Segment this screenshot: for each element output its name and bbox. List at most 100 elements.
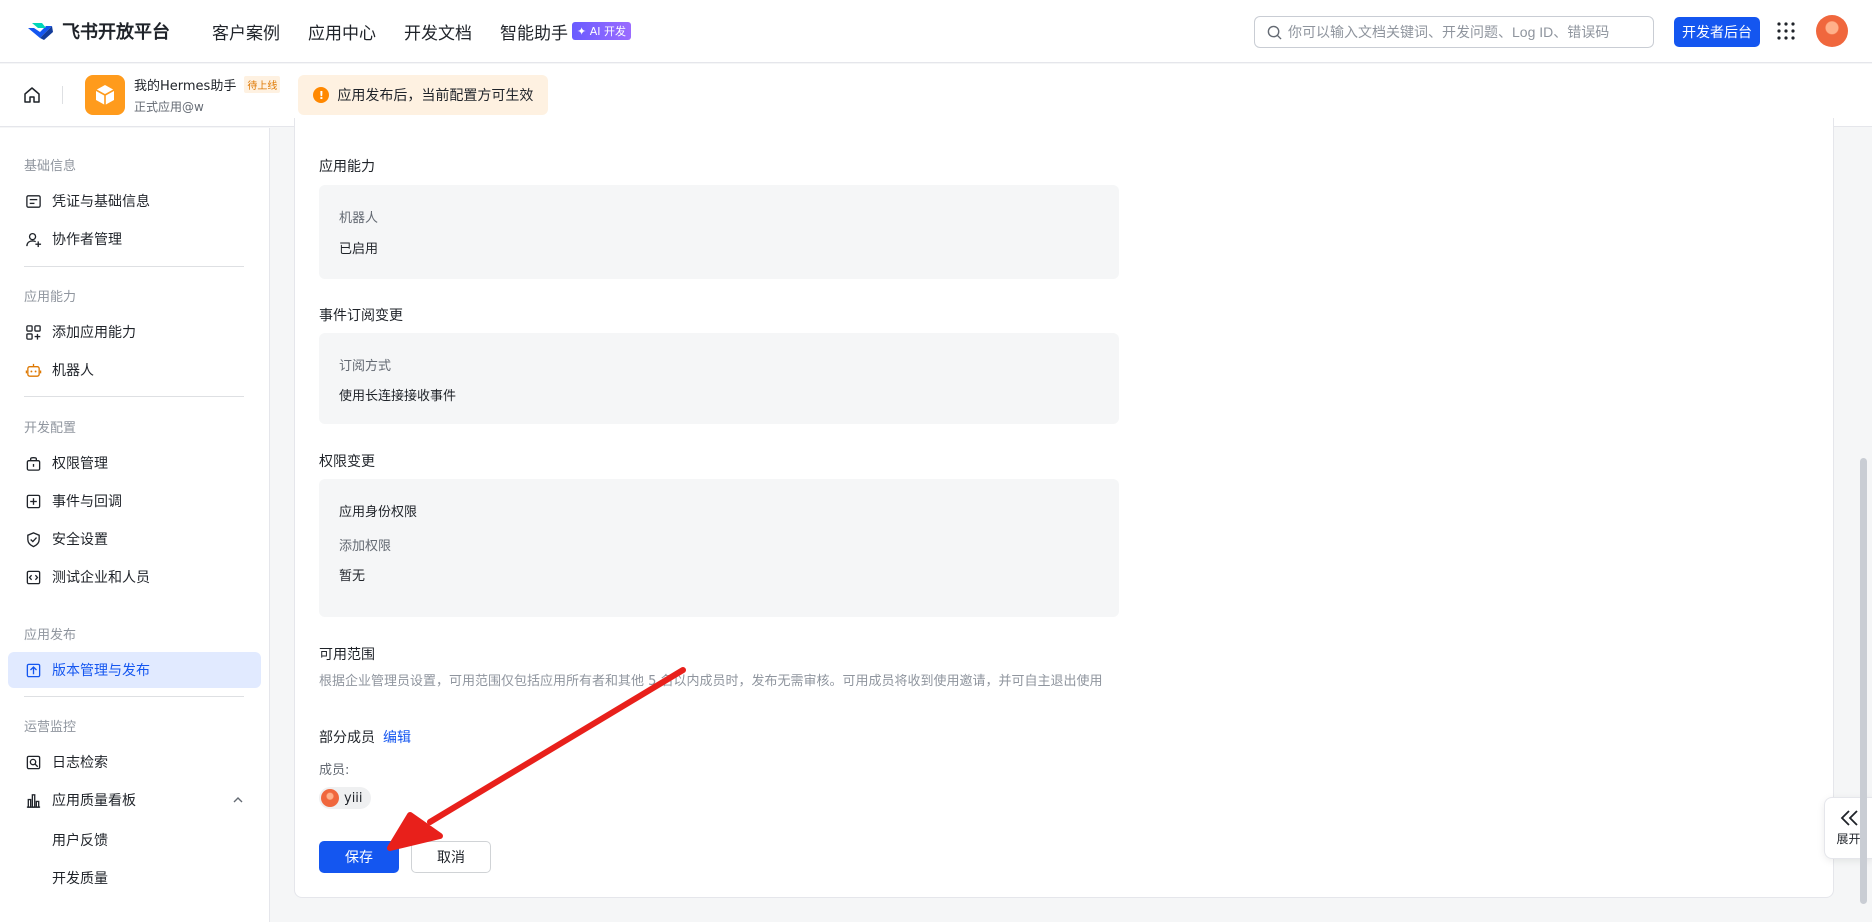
sidebar-item-label: 机器人 [52,363,94,379]
publish-notice: ! 应用发布后，当前配置方可生效 [298,75,549,115]
app-status-badge: 待上线 [244,76,281,93]
sidebar-item-label: 日志检索 [52,755,108,771]
sidebar-item-test-org[interactable]: 测试企业和人员 [8,559,261,595]
members-label: 成员: [319,763,350,778]
robot-icon [25,363,42,377]
event-icon [26,494,41,508]
id-card-icon [26,194,41,208]
sidebar-item-label: 事件与回调 [52,494,122,510]
log-search-icon [26,755,41,769]
events-section-title: 事件订阅变更 [319,308,403,324]
permissions-box: 应用身份权限 添加权限 暂无 [319,479,1119,617]
sidebar-item-collaborators[interactable]: 协作者管理 [8,221,261,257]
app-type: 正式应用@w [134,100,204,114]
app-meta: 我的Hermes助手 待上线 正式应用@w [134,75,281,115]
brand[interactable]: 飞书开放平台 [26,18,170,44]
sidebar-item-quality-board[interactable]: 应用质量看板 [8,782,261,818]
sidebar-subitem-dev-quality[interactable]: 开发质量 [52,868,108,888]
sidebar-item-credentials[interactable]: 凭证与基础信息 [8,183,261,219]
events-value: 使用长连接接收事件 [339,389,457,404]
developer-console-button[interactable]: 开发者后台 [1674,17,1760,47]
sidebar-divider [24,266,244,267]
sidebar-item-label: 应用质量看板 [52,793,136,809]
member-avatar [321,789,339,807]
sidebar-item-label: 安全设置 [52,532,108,548]
sidebar-item-label: 协作者管理 [52,232,122,248]
sidebar: 基础信息 凭证与基础信息 协作者管理 应用能力 添加应用能力 机器人 开发配置 … [0,128,270,922]
edit-scope-link[interactable]: 编辑 [383,727,411,747]
sidebar-item-label: 版本管理与发布 [52,663,150,679]
top-header: 飞书开放平台 客户案例 应用中心 开发文档 智能助手 ✦ AI 开发 开发者后台 [0,0,1872,63]
cancel-button[interactable]: 取消 [411,841,491,873]
member-name: yiii [344,790,363,806]
save-button[interactable]: 保存 [319,841,399,873]
sidebar-section-release: 应用发布 [24,628,77,643]
sidebar-item-robot[interactable]: 机器人 [8,352,261,388]
nav-customer-cases[interactable]: 客户案例 [212,19,280,44]
events-label: 订阅方式 [339,359,392,374]
nav-smart-assistant-label: 智能助手 [500,23,568,44]
sidebar-item-add-capability[interactable]: 添加应用能力 [8,314,261,350]
sidebar-section-capability: 应用能力 [24,290,77,305]
user-avatar[interactable] [1816,15,1848,47]
events-box: 订阅方式 使用长连接接收事件 [319,333,1119,424]
divider [62,86,63,104]
upload-icon [26,663,41,677]
sidebar-item-label: 凭证与基础信息 [52,194,150,210]
publish-notice-text: 应用发布后，当前配置方可生效 [337,88,534,104]
nav-smart-assistant[interactable]: 智能助手 ✦ AI 开发 [500,19,631,44]
double-chevron-left-icon [1840,810,1858,826]
app-name: 我的Hermes助手 [134,79,237,94]
search-icon [1267,25,1282,40]
search-input[interactable] [1288,24,1638,40]
sidebar-item-version-release[interactable]: 版本管理与发布 [8,652,261,688]
capability-box: 机器人 已启用 [319,185,1119,279]
scope-mode: 部分成员 [319,730,375,746]
home-icon[interactable] [22,85,42,105]
shield-icon [27,531,40,547]
top-nav: 客户案例 应用中心 开发文档 智能助手 ✦ AI 开发 [212,19,659,44]
search-box[interactable] [1254,16,1654,48]
app-icon [85,75,125,115]
member-chip: yiii [319,787,371,809]
sidebar-item-label: 添加应用能力 [52,325,136,341]
ai-badge: ✦ AI 开发 [572,22,631,40]
sidebar-item-permissions[interactable]: 权限管理 [8,445,261,481]
permissions-section-title: 权限变更 [319,454,375,470]
brand-name: 飞书开放平台 [62,22,170,43]
apps-add-icon [26,324,41,340]
chevron-up-icon[interactable] [232,794,244,806]
sidebar-section-basic: 基础信息 [24,159,77,174]
scope-description: 根据企业管理员设置，可用范围仅包括应用所有者和其他 5 名以内成员时，发布无需审… [319,674,1103,689]
nav-app-center[interactable]: 应用中心 [308,19,376,44]
code-icon [26,570,41,584]
sidebar-divider [24,396,244,397]
capability-label: 机器人 [339,211,379,226]
sidebar-item-events[interactable]: 事件与回调 [8,483,261,519]
warning-icon: ! [313,87,330,103]
lock-box-icon [26,456,41,471]
sidebar-item-label: 权限管理 [52,456,108,472]
permissions-heading: 应用身份权限 [339,505,418,520]
user-add-icon [26,232,42,247]
sidebar-divider [24,696,244,697]
permissions-label: 添加权限 [339,539,392,554]
sidebar-item-security[interactable]: 安全设置 [8,521,261,557]
scope-section-title: 可用范围 [319,647,375,663]
apps-grid-icon[interactable] [1776,21,1796,41]
sidebar-item-label: 测试企业和人员 [52,570,150,586]
nav-dev-docs[interactable]: 开发文档 [404,19,472,44]
capability-value: 已启用 [339,242,379,257]
sidebar-section-dev-config: 开发配置 [24,421,77,436]
cube-icon [95,85,115,105]
scrollbar[interactable] [1860,458,1867,904]
sidebar-item-log-search[interactable]: 日志检索 [8,744,261,780]
expand-label: 展开 [1836,832,1861,846]
bar-chart-icon [26,793,41,808]
ai-badge-label: AI 开发 [589,25,626,38]
capability-section-title: 应用能力 [319,159,375,175]
permissions-value: 暂无 [339,569,366,584]
sidebar-section-monitoring: 运营监控 [24,720,77,735]
feishu-logo-icon [28,23,53,40]
sidebar-subitem-user-feedback[interactable]: 用户反馈 [52,830,108,850]
